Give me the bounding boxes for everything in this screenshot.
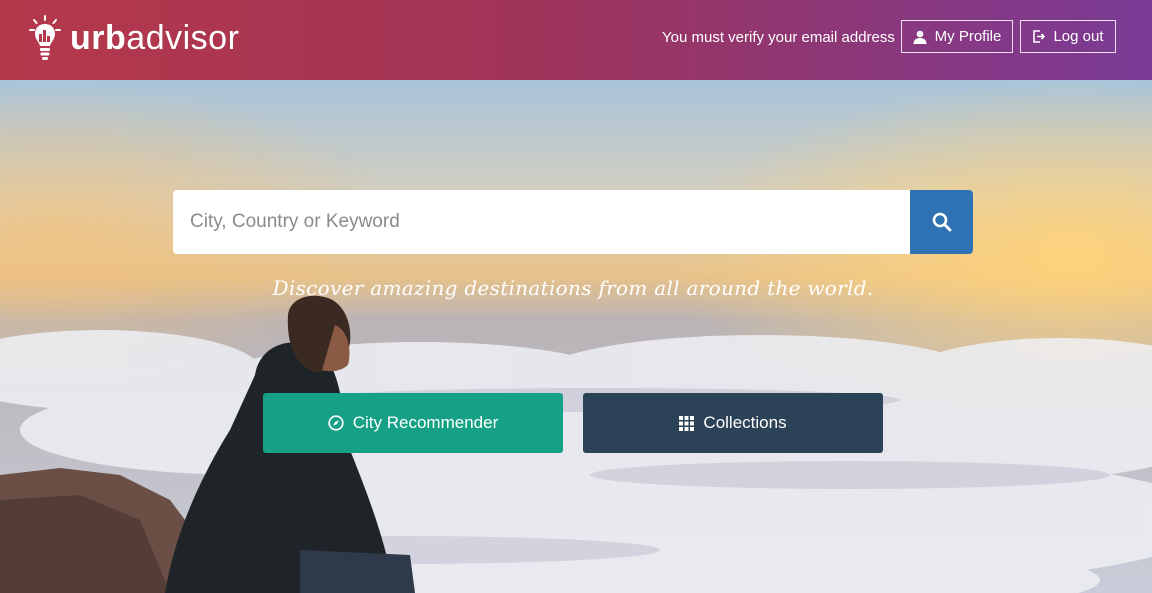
- urbadvisor-logo[interactable]: urbadvisor: [28, 12, 239, 64]
- search-input[interactable]: [173, 190, 910, 254]
- search-bar: [173, 190, 973, 254]
- hero-section: Discover amazing destinations from all a…: [0, 80, 1152, 593]
- bulb-logo-icon: [29, 15, 61, 60]
- logo-text-prefix: urb: [70, 19, 127, 57]
- city-recommender-label: City Recommender: [352, 413, 499, 432]
- logout-button[interactable]: Log out: [1020, 20, 1116, 53]
- logo-text: urbadvisor: [70, 21, 239, 55]
- hero-background-image: [0, 80, 1152, 593]
- compass-icon: [328, 415, 344, 431]
- hero-tagline: Discover amazing destinations from all a…: [272, 276, 874, 300]
- collections-label: Collections: [703, 413, 787, 432]
- grid-icon: [679, 415, 695, 431]
- city-recommender-button[interactable]: City Recommender: [263, 393, 563, 453]
- verify-email-notice[interactable]: You must verify your email address: [662, 29, 895, 46]
- search-button[interactable]: [910, 190, 973, 254]
- logo-text-suffix: advisor: [126, 19, 240, 57]
- my-profile-label: My Profile: [934, 28, 1002, 45]
- search-icon: [932, 212, 951, 232]
- top-navbar: urbadvisor You must verify your email ad…: [0, 0, 1152, 80]
- my-profile-button[interactable]: My Profile: [901, 20, 1013, 53]
- logout-icon: [1033, 30, 1046, 43]
- collections-button[interactable]: Collections: [583, 393, 883, 453]
- logout-label: Log out: [1053, 28, 1104, 45]
- user-icon: [913, 30, 927, 44]
